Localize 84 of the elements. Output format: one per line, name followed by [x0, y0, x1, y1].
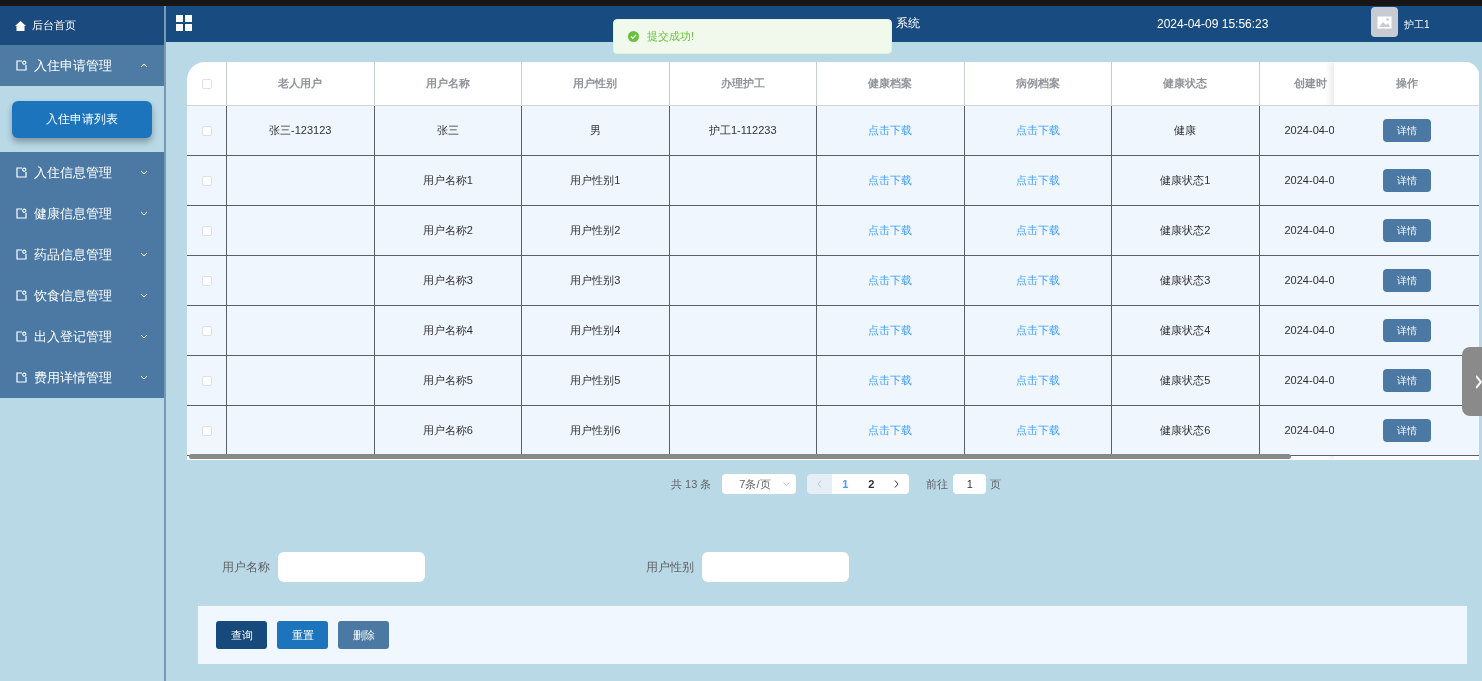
table-cell-text: 健康状态4 — [1160, 323, 1211, 339]
table-cell-text: 用户名称1 — [422, 173, 473, 189]
total-count: 共 13 条 — [671, 476, 712, 492]
download-link[interactable]: 点击下载 — [1015, 422, 1060, 439]
table-cell-text: 2024-04-0 — [1284, 273, 1334, 289]
download-link[interactable]: 点击下载 — [1015, 372, 1060, 389]
table-cell-text: 用户名称5 — [422, 373, 473, 389]
download-link[interactable]: 点击下载 — [1015, 122, 1060, 139]
reset-button[interactable]: 重置 — [277, 621, 328, 649]
table-cell-text: 2024-04-0 — [1284, 173, 1334, 189]
menu-item[interactable]: 入住信息管理 — [0, 152, 164, 193]
table-cell-text: 2024-04-0 — [1284, 223, 1334, 239]
table-cell-text: 健康状态1 — [1160, 173, 1211, 189]
download-link[interactable]: 点击下载 — [868, 322, 913, 339]
download-link[interactable]: 点击下载 — [868, 222, 913, 239]
table-cell-text: 男 — [589, 123, 601, 139]
menu-item[interactable]: 健康信息管理 — [0, 193, 164, 234]
table-cell-text: 2024-04-0 — [1284, 323, 1334, 339]
details-button[interactable]: 详情 — [1382, 169, 1431, 192]
column-header: 老人用户 — [278, 76, 323, 92]
table-cell-text: 健康状态6 — [1160, 423, 1211, 439]
column-header: 办理护工 — [720, 76, 765, 92]
column-header: 健康状态 — [1163, 76, 1208, 92]
page-title: 系统 — [896, 15, 920, 32]
table-cell-text: 用户名称4 — [422, 323, 473, 339]
table-cell-text: 2024-04-0 — [1284, 423, 1334, 439]
user-name: 护工1 — [1404, 18, 1430, 32]
table-cell-text: 用户性别5 — [570, 373, 621, 389]
download-link[interactable]: 点击下载 — [868, 122, 913, 139]
table-cell-text: 健康状态3 — [1160, 273, 1211, 289]
details-button[interactable]: 详情 — [1382, 219, 1431, 242]
page-suffix: 页 — [990, 476, 1002, 492]
table-cell-text: 用户名称2 — [422, 223, 473, 239]
page-size-select[interactable]: 7条/页 — [722, 474, 797, 494]
column-header: 用户性别 — [573, 76, 618, 92]
download-link[interactable]: 点击下载 — [1015, 172, 1060, 189]
goto-label: 前往 — [926, 476, 949, 492]
table-cell-text: 健康状态5 — [1160, 373, 1211, 389]
download-link[interactable]: 点击下载 — [868, 272, 913, 289]
details-button[interactable]: 详情 — [1382, 419, 1431, 442]
menu-item[interactable]: 费用详情管理 — [0, 357, 164, 398]
column-header: 健康档案 — [868, 76, 913, 92]
download-link[interactable]: 点击下载 — [1015, 272, 1060, 289]
column-header: 病例档案 — [1015, 76, 1060, 92]
query-button[interactable]: 查询 — [216, 621, 267, 649]
table-cell-text: 护工1-112233 — [708, 123, 777, 139]
field-label: 用户性别 — [646, 559, 694, 576]
page-button[interactable]: 1 — [832, 474, 859, 494]
home-menu-item[interactable]: 后台首页 — [0, 6, 164, 45]
download-link[interactable]: 点击下载 — [868, 172, 913, 189]
table-cell-text: 用户名称3 — [422, 273, 473, 289]
page-input[interactable]: 1 — [953, 474, 987, 494]
details-button[interactable]: 详情 — [1382, 319, 1431, 342]
page-button[interactable]: 2 — [858, 474, 885, 494]
table-cell-text: 用户性别2 — [570, 223, 621, 239]
success-toast: 提交成功! — [613, 19, 892, 54]
field-label: 用户名称 — [222, 559, 270, 576]
menu-item[interactable]: 药品信息管理 — [0, 234, 164, 275]
table-cell-text: 用户性别4 — [570, 323, 621, 339]
download-link[interactable]: 点击下载 — [868, 372, 913, 389]
menu-item[interactable]: 饮食信息管理 — [0, 275, 164, 316]
table-cell-text: 用户性别3 — [570, 273, 621, 289]
delete-button[interactable]: 删除 — [338, 621, 389, 649]
details-button[interactable]: 详情 — [1382, 269, 1431, 292]
table-cell-text: 用户性别1 — [570, 173, 621, 189]
table-cell-text: 用户性别6 — [570, 423, 621, 439]
download-link[interactable]: 点击下载 — [1015, 222, 1060, 239]
download-link[interactable]: 点击下载 — [1015, 322, 1060, 339]
table-cell-text: 2024-04-0 — [1284, 373, 1334, 389]
submenu-item[interactable]: 入住申请列表 — [12, 100, 152, 138]
column-header: 用户名称 — [425, 76, 470, 92]
column-header: 创建时 — [1293, 76, 1327, 92]
download-link[interactable]: 点击下载 — [868, 422, 913, 439]
column-header: 操作 — [1395, 76, 1418, 92]
datetime-text: 2024-04-09 15:56:23 — [1157, 16, 1269, 33]
table-cell-text: 用户名称6 — [422, 423, 473, 439]
table-cell-text: 张三-123123 — [269, 123, 332, 139]
menu-item[interactable]: 出入登记管理 — [0, 316, 164, 357]
table-cell-text: 2024-04-0 — [1284, 123, 1334, 139]
details-button[interactable]: 详情 — [1382, 369, 1431, 392]
details-button[interactable]: 详情 — [1382, 119, 1431, 142]
table-cell-text: 张三 — [436, 123, 459, 139]
table-cell-text: 健康 — [1174, 123, 1197, 139]
table-cell-text: 健康状态2 — [1160, 223, 1211, 239]
